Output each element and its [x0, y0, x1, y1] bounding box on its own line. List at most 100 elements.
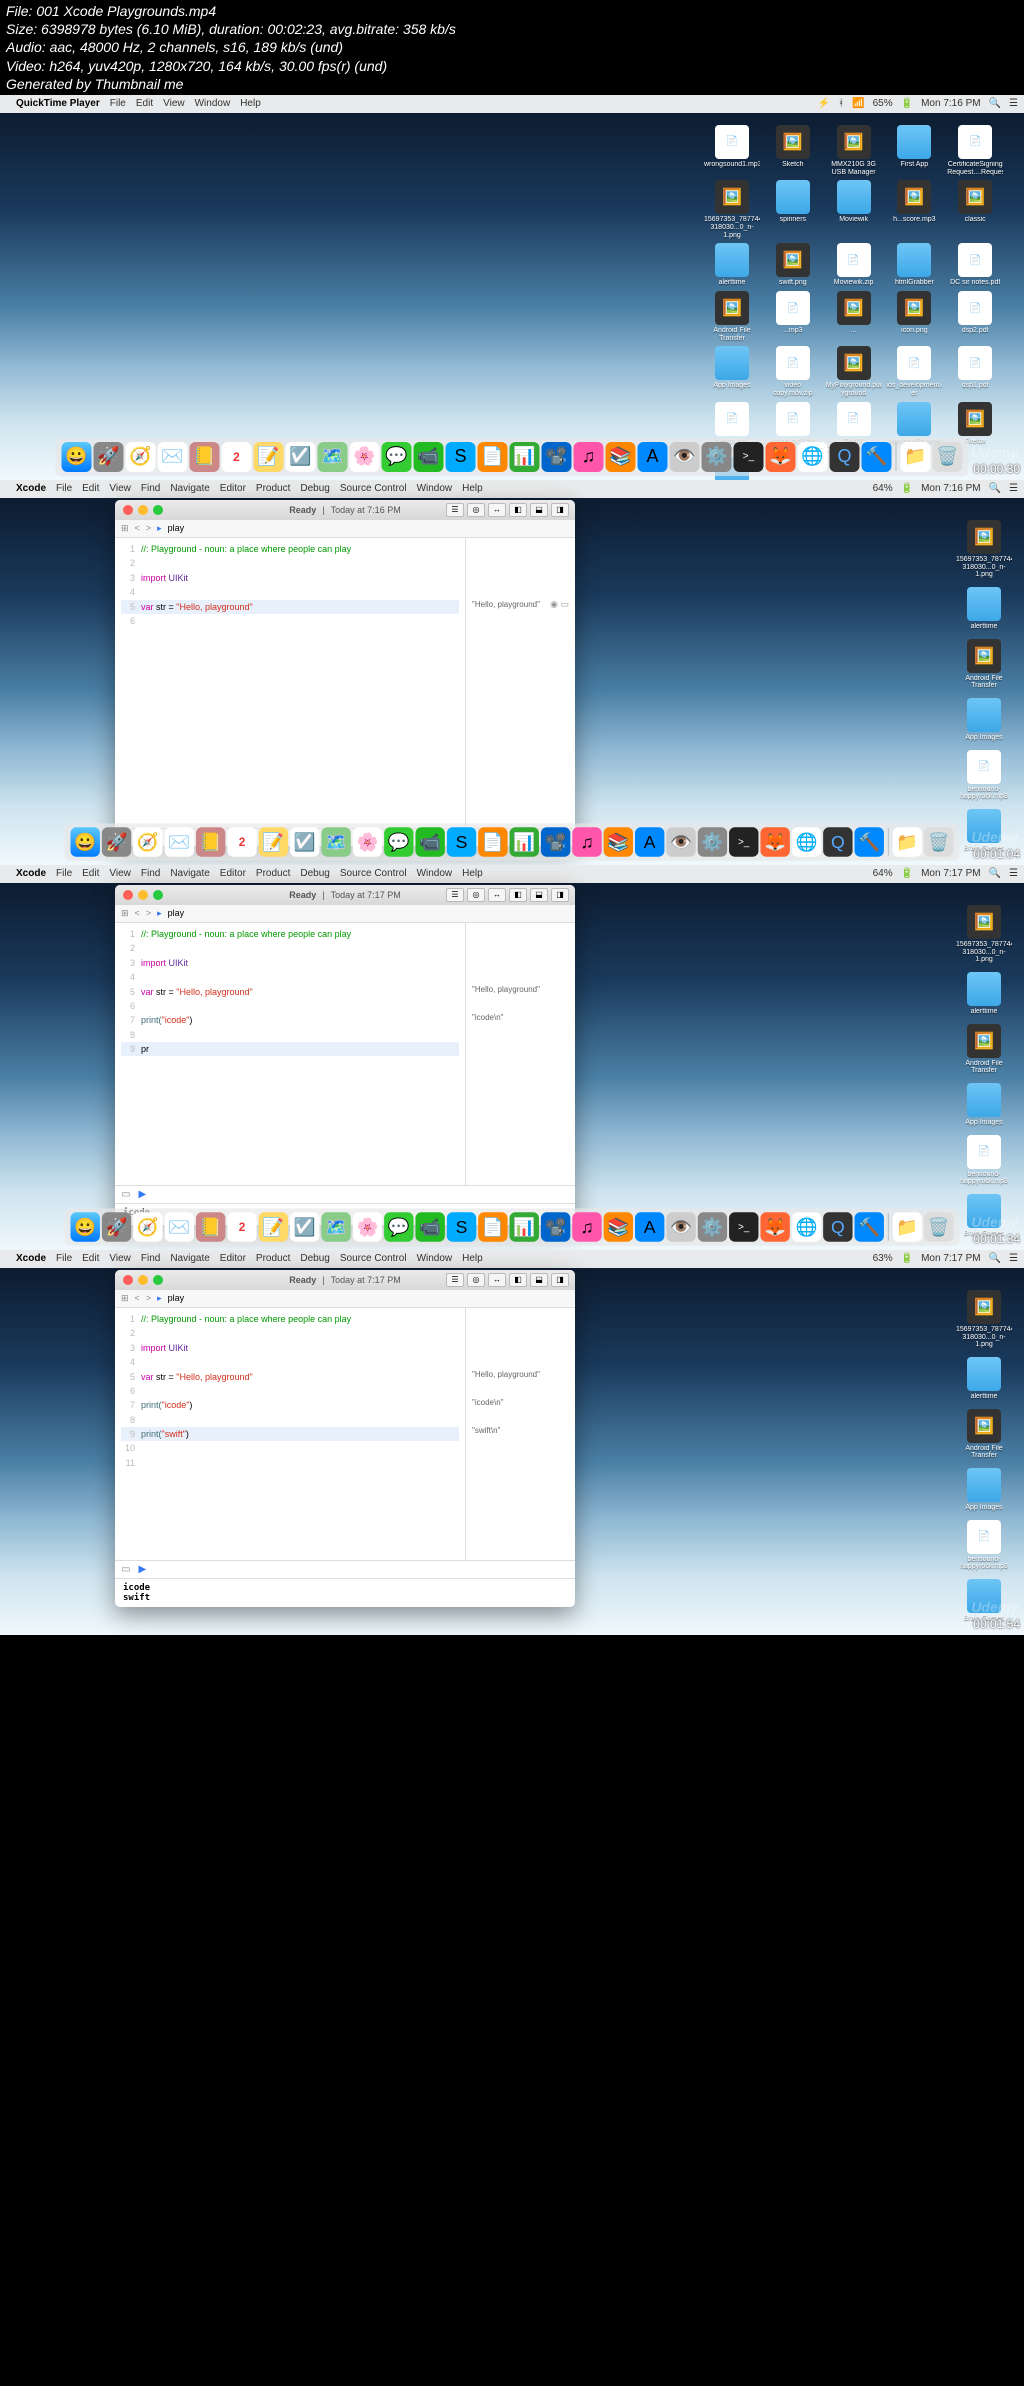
right-panel-button[interactable]: ◨	[551, 1273, 569, 1287]
notifications-icon[interactable]: ☰	[1009, 98, 1018, 109]
dock-preferences[interactable]: ⚙️	[698, 827, 727, 856]
console-output[interactable]: icode swift	[115, 1578, 575, 1607]
dock-photos[interactable]: 🌸	[353, 1212, 382, 1241]
traffic-lights[interactable]	[123, 890, 163, 900]
menu-product[interactable]: Product	[256, 1253, 290, 1264]
desktop-icon[interactable]: alerttime	[954, 587, 1014, 631]
dock-notes[interactable]: 📝	[254, 442, 284, 472]
menu-find[interactable]: Find	[141, 1253, 160, 1264]
dock-itunes[interactable]: ♫	[574, 442, 604, 472]
jump-bar[interactable]: ⊞<>▸play	[115, 1290, 575, 1308]
desktop-icon[interactable]: 📄wrongsound1.mp3	[704, 125, 760, 176]
desktop-icon[interactable]: 📄bensound-happyrock.mp3	[954, 750, 1014, 801]
dock-firefox[interactable]: 🦊	[760, 827, 789, 856]
menu-find[interactable]: Find	[141, 483, 160, 494]
zoom-button[interactable]	[153, 505, 163, 515]
assistant-editor-button[interactable]: ◎	[467, 1273, 485, 1287]
menu-view[interactable]: View	[109, 483, 131, 494]
app-menu[interactable]: Xcode	[16, 868, 46, 879]
dock-notes[interactable]: 📝	[259, 1212, 288, 1241]
xcode-playground-window[interactable]: Ready|Today at 7:17 PM ☰◎↔◧⬓◨ ⊞<>▸play 1…	[115, 1270, 575, 1607]
dock-keynote[interactable]: 📽️	[541, 1212, 570, 1241]
window-titlebar[interactable]: Ready | Today at 7:16 PM ☰ ◎ ↔ ◧ ⬓ ◨	[115, 500, 575, 520]
dock-chrome[interactable]: 🌐	[792, 1212, 821, 1241]
dock-safari[interactable]: 🧭	[126, 442, 156, 472]
dock-contacts[interactable]: 📒	[190, 442, 220, 472]
desktop-icon[interactable]: htmlGrabber	[886, 243, 942, 287]
desktop-icon[interactable]: 🖼️15697353_787744 318030...0_n-1.png	[954, 905, 1014, 964]
toolbar-layout-buttons[interactable]: ☰◎↔◧⬓◨	[446, 888, 569, 902]
back-button[interactable]: <	[135, 523, 140, 533]
desktop-icon[interactable]: App Images	[704, 346, 760, 397]
battery-icon[interactable]: 🔋	[901, 483, 913, 494]
macos-dock[interactable]: 😀 🚀 🧭 ✉️ 📒 2 📝 ☑️ 🗺️ 🌸 💬 📹 S 📄 📊 📽️ ♫ 📚 …	[56, 438, 969, 476]
dock-facetime[interactable]: 📹	[414, 442, 444, 472]
dock-keynote[interactable]: 📽️	[542, 442, 572, 472]
minimize-button[interactable]	[138, 890, 148, 900]
desktop-icon[interactable]: 🖼️15697353_787744 318030...0_n-1.png	[954, 1290, 1014, 1349]
bottom-panel-button[interactable]: ⬓	[530, 888, 548, 902]
dock-appstore[interactable]: A	[638, 442, 668, 472]
dock-maps[interactable]: 🗺️	[318, 442, 348, 472]
desktop-icon[interactable]: 🖼️swift.png	[765, 243, 821, 287]
dock-firefox[interactable]: 🦊	[766, 442, 796, 472]
menu-file[interactable]: File	[56, 1253, 72, 1264]
dock-messages[interactable]: 💬	[384, 1212, 413, 1241]
dock-photos[interactable]: 🌸	[353, 827, 382, 856]
forward-button[interactable]: >	[146, 908, 151, 918]
desktop-icon[interactable]: alerttime	[954, 972, 1014, 1016]
dock-numbers[interactable]: 📊	[510, 827, 539, 856]
dock-skype[interactable]: S	[446, 442, 476, 472]
desktop-icon[interactable]: 📄bensound-happyrock.mp3	[954, 1520, 1014, 1571]
app-menu[interactable]: Xcode	[16, 483, 46, 494]
desktop-icon[interactable]: 📄ios_development.c er	[886, 346, 942, 397]
dock-downloads[interactable]: 📁	[893, 1212, 922, 1241]
dock-contacts[interactable]: 📒	[196, 1212, 225, 1241]
right-panel-button[interactable]: ◨	[551, 503, 569, 517]
dock-appstore[interactable]: A	[635, 1212, 664, 1241]
dock-ibooks[interactable]: 📚	[604, 1212, 633, 1241]
xcode-playground-window[interactable]: Ready|Today at 7:17 PM ☰◎↔◧⬓◨ ⊞<>▸play 1…	[115, 885, 575, 1225]
menu-file[interactable]: File	[56, 868, 72, 879]
dock-skype[interactable]: S	[447, 1212, 476, 1241]
debug-area-toggle[interactable]: ▭	[121, 1564, 130, 1575]
menu-edit[interactable]: Edit	[82, 868, 99, 879]
breadcrumb-icon[interactable]: ▸	[157, 908, 162, 919]
dock-notes[interactable]: 📝	[259, 827, 288, 856]
toolbar-layout-buttons[interactable]: ☰◎↔◧⬓◨	[446, 1273, 569, 1287]
minimize-button[interactable]	[138, 505, 148, 515]
dock-trash[interactable]: 🗑️	[924, 1212, 953, 1241]
dock-xcode[interactable]: 🔨	[855, 1212, 884, 1241]
dock-facetime[interactable]: 📹	[415, 827, 444, 856]
close-button[interactable]	[123, 505, 133, 515]
battery-icon[interactable]: 🔋	[901, 1253, 913, 1264]
dock-downloads[interactable]: 📁	[901, 442, 931, 472]
dock-itunes[interactable]: ♫	[572, 1212, 601, 1241]
zoom-button[interactable]	[153, 1275, 163, 1285]
desktop-icon[interactable]: alerttime	[704, 243, 760, 287]
bottom-panel-button[interactable]: ⬓	[530, 1273, 548, 1287]
spotlight-icon[interactable]: 🔍	[989, 868, 1001, 879]
menu-window[interactable]: Window	[417, 868, 453, 879]
zoom-button[interactable]	[153, 890, 163, 900]
battery-icon[interactable]: 🔋	[901, 98, 913, 109]
desktop-icon[interactable]: 🖼️MyPlayground.pla yground	[826, 346, 882, 397]
battery-icon[interactable]: 🔋	[901, 868, 913, 879]
dock-terminal[interactable]: >_	[729, 1212, 758, 1241]
clock[interactable]: Mon 7:17 PM	[921, 868, 980, 879]
desktop-icon[interactable]: spinners	[765, 180, 821, 239]
battery-percent[interactable]: 64%	[873, 483, 893, 494]
minimize-button[interactable]	[138, 1275, 148, 1285]
menu-source-control[interactable]: Source Control	[340, 868, 407, 879]
dock-mail[interactable]: ✉️	[165, 1212, 194, 1241]
dock-xcode[interactable]: 🔨	[855, 827, 884, 856]
dock-firefox[interactable]: 🦊	[760, 1212, 789, 1241]
related-items-icon[interactable]: ⊞	[121, 1293, 129, 1304]
right-panel-button[interactable]: ◨	[551, 888, 569, 902]
dock-finder[interactable]: 😀	[71, 1212, 100, 1241]
battery-percent[interactable]: 63%	[873, 1253, 893, 1264]
dock-finder[interactable]: 😀	[62, 442, 92, 472]
menu-editor[interactable]: Editor	[220, 483, 246, 494]
dock-preview[interactable]: 👁️	[666, 827, 695, 856]
dock-trash[interactable]: 🗑️	[924, 827, 953, 856]
